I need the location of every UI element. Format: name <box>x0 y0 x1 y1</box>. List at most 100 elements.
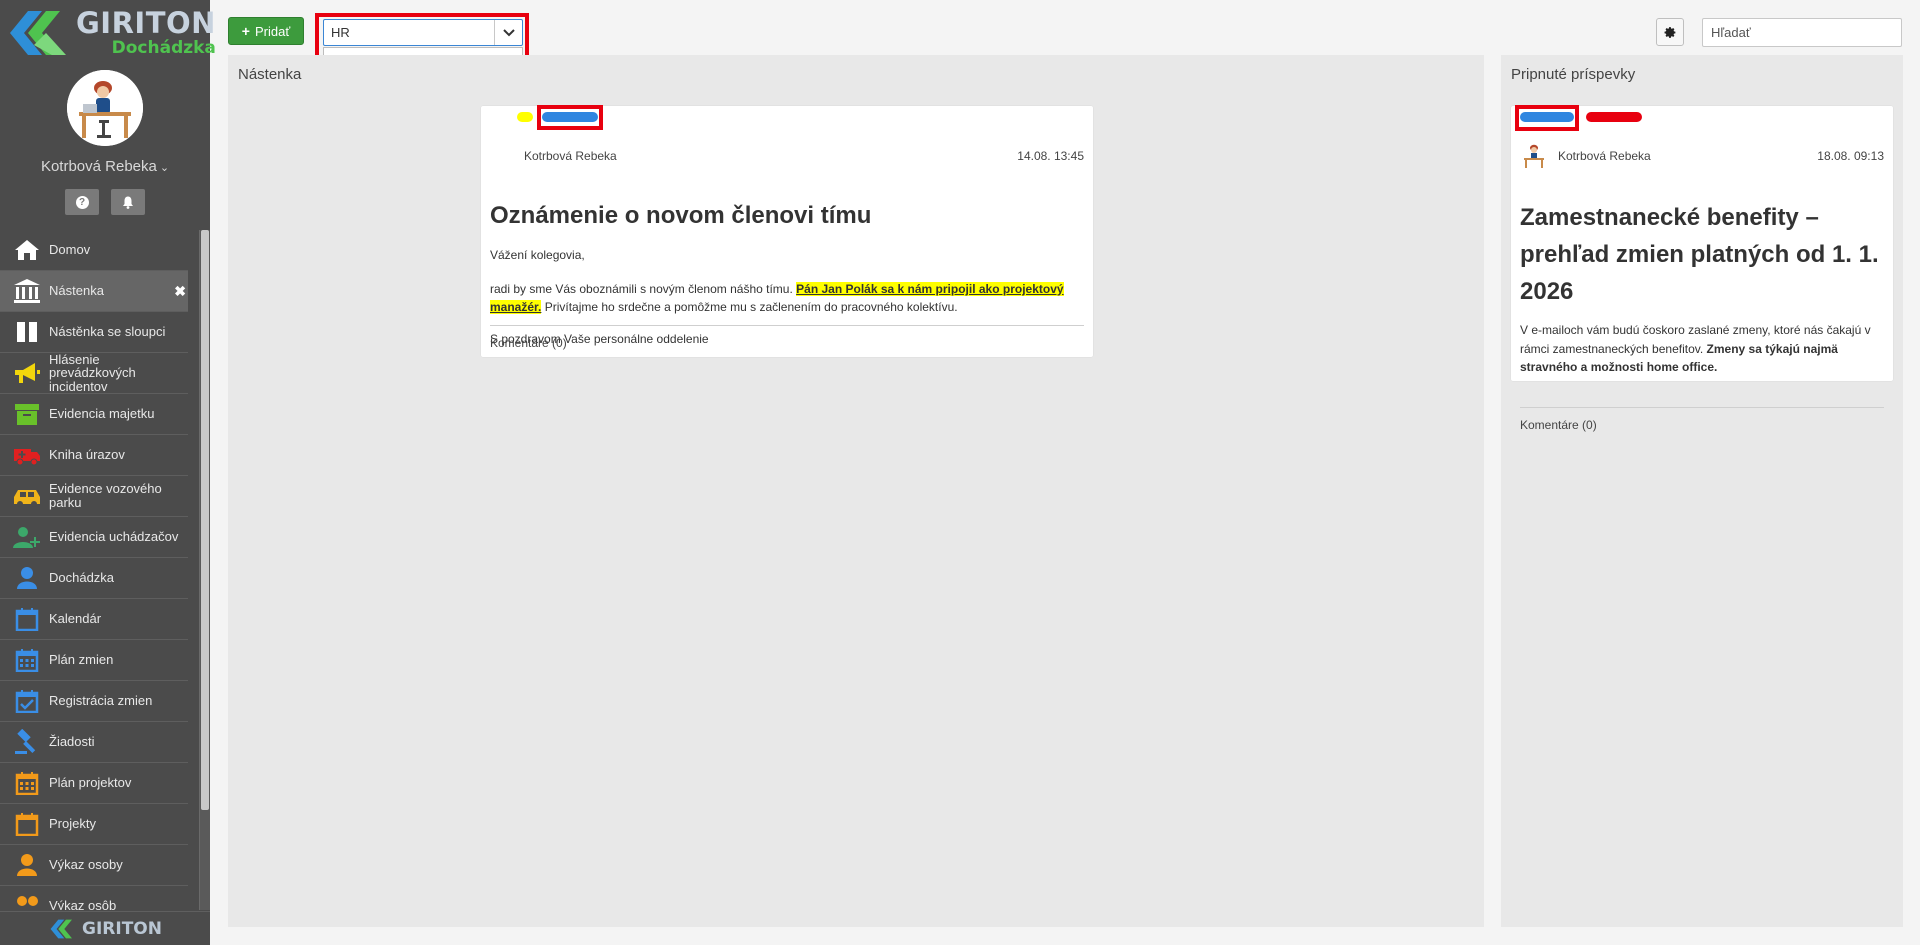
sidebar-item-11[interactable]: Plán zmien <box>0 640 188 681</box>
pinned-panel: Pripnuté príspevky Kotrbová Rebeka 18.08… <box>1501 55 1903 927</box>
sidebar-item-label: Evidencia uchádzačov <box>49 529 179 545</box>
sidebar-item-label: Domov <box>49 242 91 258</box>
sidebar-item-label: Plán projektov <box>49 775 132 791</box>
footer-logo: GIRITON <box>0 911 210 945</box>
sidebar-item-6[interactable]: Kniha úrazov <box>0 435 188 476</box>
user-name: Kotrbová Rebeka <box>40 158 157 175</box>
help-icon: ? <box>75 195 89 209</box>
giriton-logo-icon <box>6 5 72 61</box>
sidebar-item-label: Kalendár <box>49 611 102 627</box>
calendar-check-icon <box>12 687 42 715</box>
sidebar-item-label: Žiadosti <box>49 734 95 750</box>
sidebar-item-label: Nástěnka se sloupci <box>49 324 166 340</box>
sidebar-item-7[interactable]: Evidence vozového parku <box>0 476 188 517</box>
sidebar-item-4[interactable]: Hlásenie prevádzkových incidentov <box>0 351 188 394</box>
post-signature: S pozdravom Vaše personálne oddelenie <box>490 331 709 346</box>
sidebar-item-label: Evidence vozového parku <box>49 481 162 510</box>
plus-icon: + <box>241 23 250 39</box>
ambulance-icon <box>12 441 42 469</box>
sidebar-item-10[interactable]: Kalendár <box>0 599 188 640</box>
sidebar-item-14[interactable]: Plán projektov <box>0 763 188 804</box>
add-post-button[interactable]: + Pridať <box>228 17 304 45</box>
sidebar-item-label: Nástenka <box>49 283 104 299</box>
add-post-label: Pridať <box>254 23 291 39</box>
post-text: radi by sme Vás oboznámili s novým členo… <box>490 281 797 296</box>
tag-filter-select[interactable]: HR <box>323 19 523 46</box>
gear-icon <box>1664 26 1675 38</box>
sidebar-item-label: Kniha úrazov <box>49 447 125 463</box>
home-icon <box>12 236 42 264</box>
calendar-grid-icon <box>12 769 42 797</box>
post-author: Kotrbová Rebeka <box>524 149 617 163</box>
chevron-down-icon[interactable] <box>494 20 522 45</box>
settings-button[interactable] <box>1656 18 1684 46</box>
sidebar-menu: Domov Nástenka ✖ Nástěnka se sloupci Hláseni… <box>0 230 200 910</box>
post-title: Zamestnanecké benefity – prehľad zmien p… <box>1520 204 1879 306</box>
chevron-down-icon: ⌄ <box>159 162 170 174</box>
bank-icon <box>12 277 42 305</box>
brand-product: Dochádzka <box>111 38 216 58</box>
post-greeting: Vážení kolegovia, <box>490 248 585 262</box>
user-icon <box>12 564 42 592</box>
user-menu[interactable]: Kotrbová Rebeka ⌄ <box>0 158 210 175</box>
help-button[interactable]: ? <box>65 189 99 215</box>
search-input[interactable] <box>1702 18 1902 47</box>
sidebar-item-9[interactable]: Dochádzka <box>0 558 188 599</box>
sidebar-item-label: Plán zmien <box>49 652 114 668</box>
car-icon <box>12 482 42 510</box>
user-icon <box>12 851 42 879</box>
close-icon[interactable]: ✖ <box>174 283 186 300</box>
calendar-icon <box>12 605 42 633</box>
sidebar-item-15[interactable]: Projekty <box>0 804 188 845</box>
avatar[interactable] <box>67 70 143 146</box>
megaphone-icon <box>12 359 42 387</box>
tag-badge-hr[interactable] <box>1520 112 1574 122</box>
app-logo[interactable]: GIRITON Dochádzka <box>0 0 216 66</box>
bell-icon <box>123 196 133 209</box>
sidebar-item-16[interactable]: Výkaz osoby <box>0 845 188 886</box>
author-avatar <box>1520 142 1548 170</box>
sidebar-item-label: Hlásenie prevádzkových incidentov <box>49 351 136 394</box>
post-date: 14.08. 13:45 <box>1017 149 1084 163</box>
gavel-icon <box>12 728 42 756</box>
post-author: Kotrbová Rebeka <box>1558 149 1651 163</box>
sidebar-item-3[interactable]: Nástěnka se sloupci <box>0 312 188 353</box>
user-add-icon <box>12 523 42 551</box>
sidebar-item-label: Výkaz osoby <box>49 857 123 873</box>
archive-box-icon <box>12 400 42 428</box>
tag-badge-red[interactable] <box>1586 112 1642 122</box>
pinned-title: Pripnuté príspevky <box>1511 66 1636 83</box>
tag-filter-value: HR <box>331 25 350 40</box>
comments-link[interactable]: Komentáre (0) <box>1520 418 1597 432</box>
giriton-logo-icon <box>50 919 72 938</box>
board-title: Nástenka <box>238 66 302 83</box>
sidebar-item-2[interactable]: Nástenka ✖ <box>0 271 188 312</box>
sidebar-scrollbar[interactable] <box>200 230 210 910</box>
sidebar-item-13[interactable]: Žiadosti <box>0 722 188 763</box>
sidebar-item-label: Evidencia majetku <box>49 406 155 422</box>
sidebar-item-label: Projekty <box>49 816 96 832</box>
sidebar-item-12[interactable]: Registrácia zmien <box>0 681 188 722</box>
pinned-post-card[interactable]: Kotrbová Rebeka 18.08. 09:13 Zamestnanec… <box>1511 105 1893 432</box>
calendar-grid-icon <box>12 646 42 674</box>
users-icon <box>12 892 42 910</box>
post-title: Oznámenie o novom členovi tímu <box>490 202 872 229</box>
post-card[interactable]: Kotrbová Rebeka 14.08. 13:45 Oznámenie o… <box>481 105 1093 357</box>
sidebar-item-8[interactable]: Evidencia uchádzačov <box>0 517 188 558</box>
tag-badge-yellow[interactable] <box>517 112 533 122</box>
tag-badge-hr[interactable] <box>542 112 598 122</box>
post-text-end: Privítajme ho srdečne a pomôžme mu s zač… <box>541 300 958 315</box>
board-panel: Nástenka Kotrbová Rebeka 14.08. 13:45 Oz… <box>228 55 1484 927</box>
sidebar-item-17[interactable]: Výkaz osôb <box>0 886 188 910</box>
sidebar-item-1[interactable]: Domov <box>0 230 188 271</box>
sidebar-item-label: Registrácia zmien <box>49 693 153 709</box>
brand-name: GIRITON <box>76 6 216 40</box>
notifications-button[interactable] <box>111 189 145 215</box>
footer-brand: GIRITON <box>82 918 162 939</box>
sidebar: GIRITON Dochádzka Kotrbová Rebeka ⌄ ? Do… <box>0 0 216 945</box>
comments-link[interactable]: Komentáre (0) <box>490 336 567 350</box>
sidebar-item-label: Dochádzka <box>49 570 115 586</box>
sidebar-item-5[interactable]: Evidencia majetku <box>0 394 188 435</box>
post-date: 18.08. 09:13 <box>1817 149 1884 163</box>
columns-icon <box>12 318 42 346</box>
